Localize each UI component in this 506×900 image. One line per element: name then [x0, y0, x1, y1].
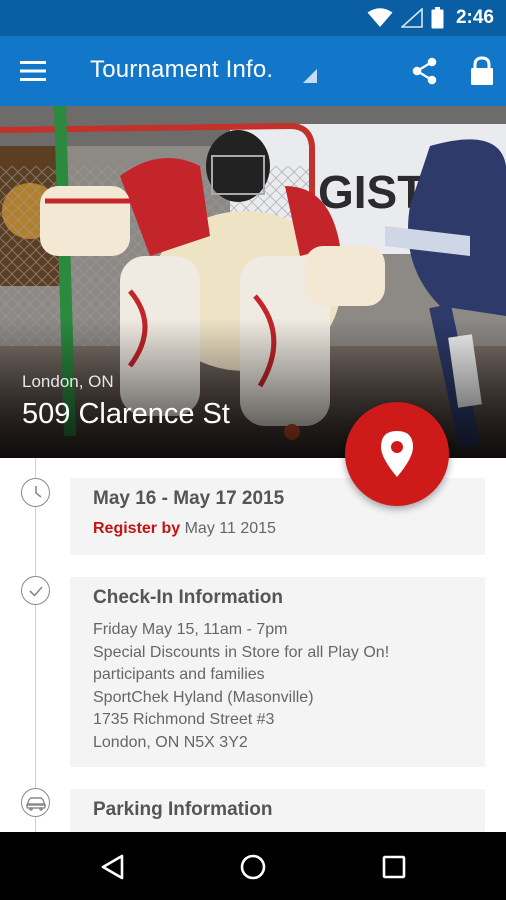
check-in-line: Friday May 15, 11am - 7pm — [93, 621, 288, 638]
check-in-title: Check-In Information — [93, 587, 284, 608]
parking-title: Parking Information — [93, 799, 273, 820]
register-by-line: Register by May 11 2015 — [93, 518, 462, 541]
map-location-button[interactable] — [345, 402, 449, 506]
battery-icon — [431, 7, 444, 29]
hero-address: 509 Clarence St — [22, 398, 230, 430]
register-by-label: Register by — [93, 520, 181, 537]
status-bar: 2:46 — [0, 0, 506, 36]
dropdown-caret-icon[interactable] — [303, 69, 317, 83]
check-in-line: SportChek Hyland (Masonville) — [93, 688, 314, 706]
map-pin-icon — [381, 431, 413, 477]
clock-icon — [21, 478, 50, 507]
hero-image: GISTR London, ON 509 Clarence St — [0, 106, 506, 458]
share-icon[interactable] — [410, 56, 440, 86]
home-icon[interactable] — [238, 852, 268, 882]
lock-icon[interactable] — [468, 56, 496, 86]
system-nav-bar — [0, 832, 506, 900]
check-in-line: London, ON N5X 3Y2 — [93, 733, 248, 751]
back-icon[interactable] — [98, 852, 128, 882]
car-icon — [21, 788, 50, 817]
signal-icon — [400, 8, 423, 28]
status-time: 2:46 — [455, 7, 494, 28]
recents-icon[interactable] — [379, 852, 409, 882]
register-by-date: May 11 2015 — [184, 520, 276, 537]
app-bar: Tournament Info. — [0, 36, 506, 106]
wifi-icon — [367, 8, 393, 27]
check-in-line: participants and families — [93, 666, 265, 684]
hero-city: London, ON — [22, 372, 114, 391]
check-circle-icon — [21, 576, 50, 605]
check-in-line: Special Discounts in Store for all Play … — [93, 643, 390, 661]
check-in-card[interactable]: Check-In Information Friday May 15, 11am… — [70, 577, 485, 767]
page-title[interactable]: Tournament Info. — [90, 56, 273, 84]
check-in-line: 1735 Richmond Street #3 — [93, 711, 275, 729]
menu-icon[interactable] — [18, 59, 48, 83]
parking-card[interactable]: Parking Information — [70, 789, 485, 832]
timeline-line — [35, 458, 36, 832]
